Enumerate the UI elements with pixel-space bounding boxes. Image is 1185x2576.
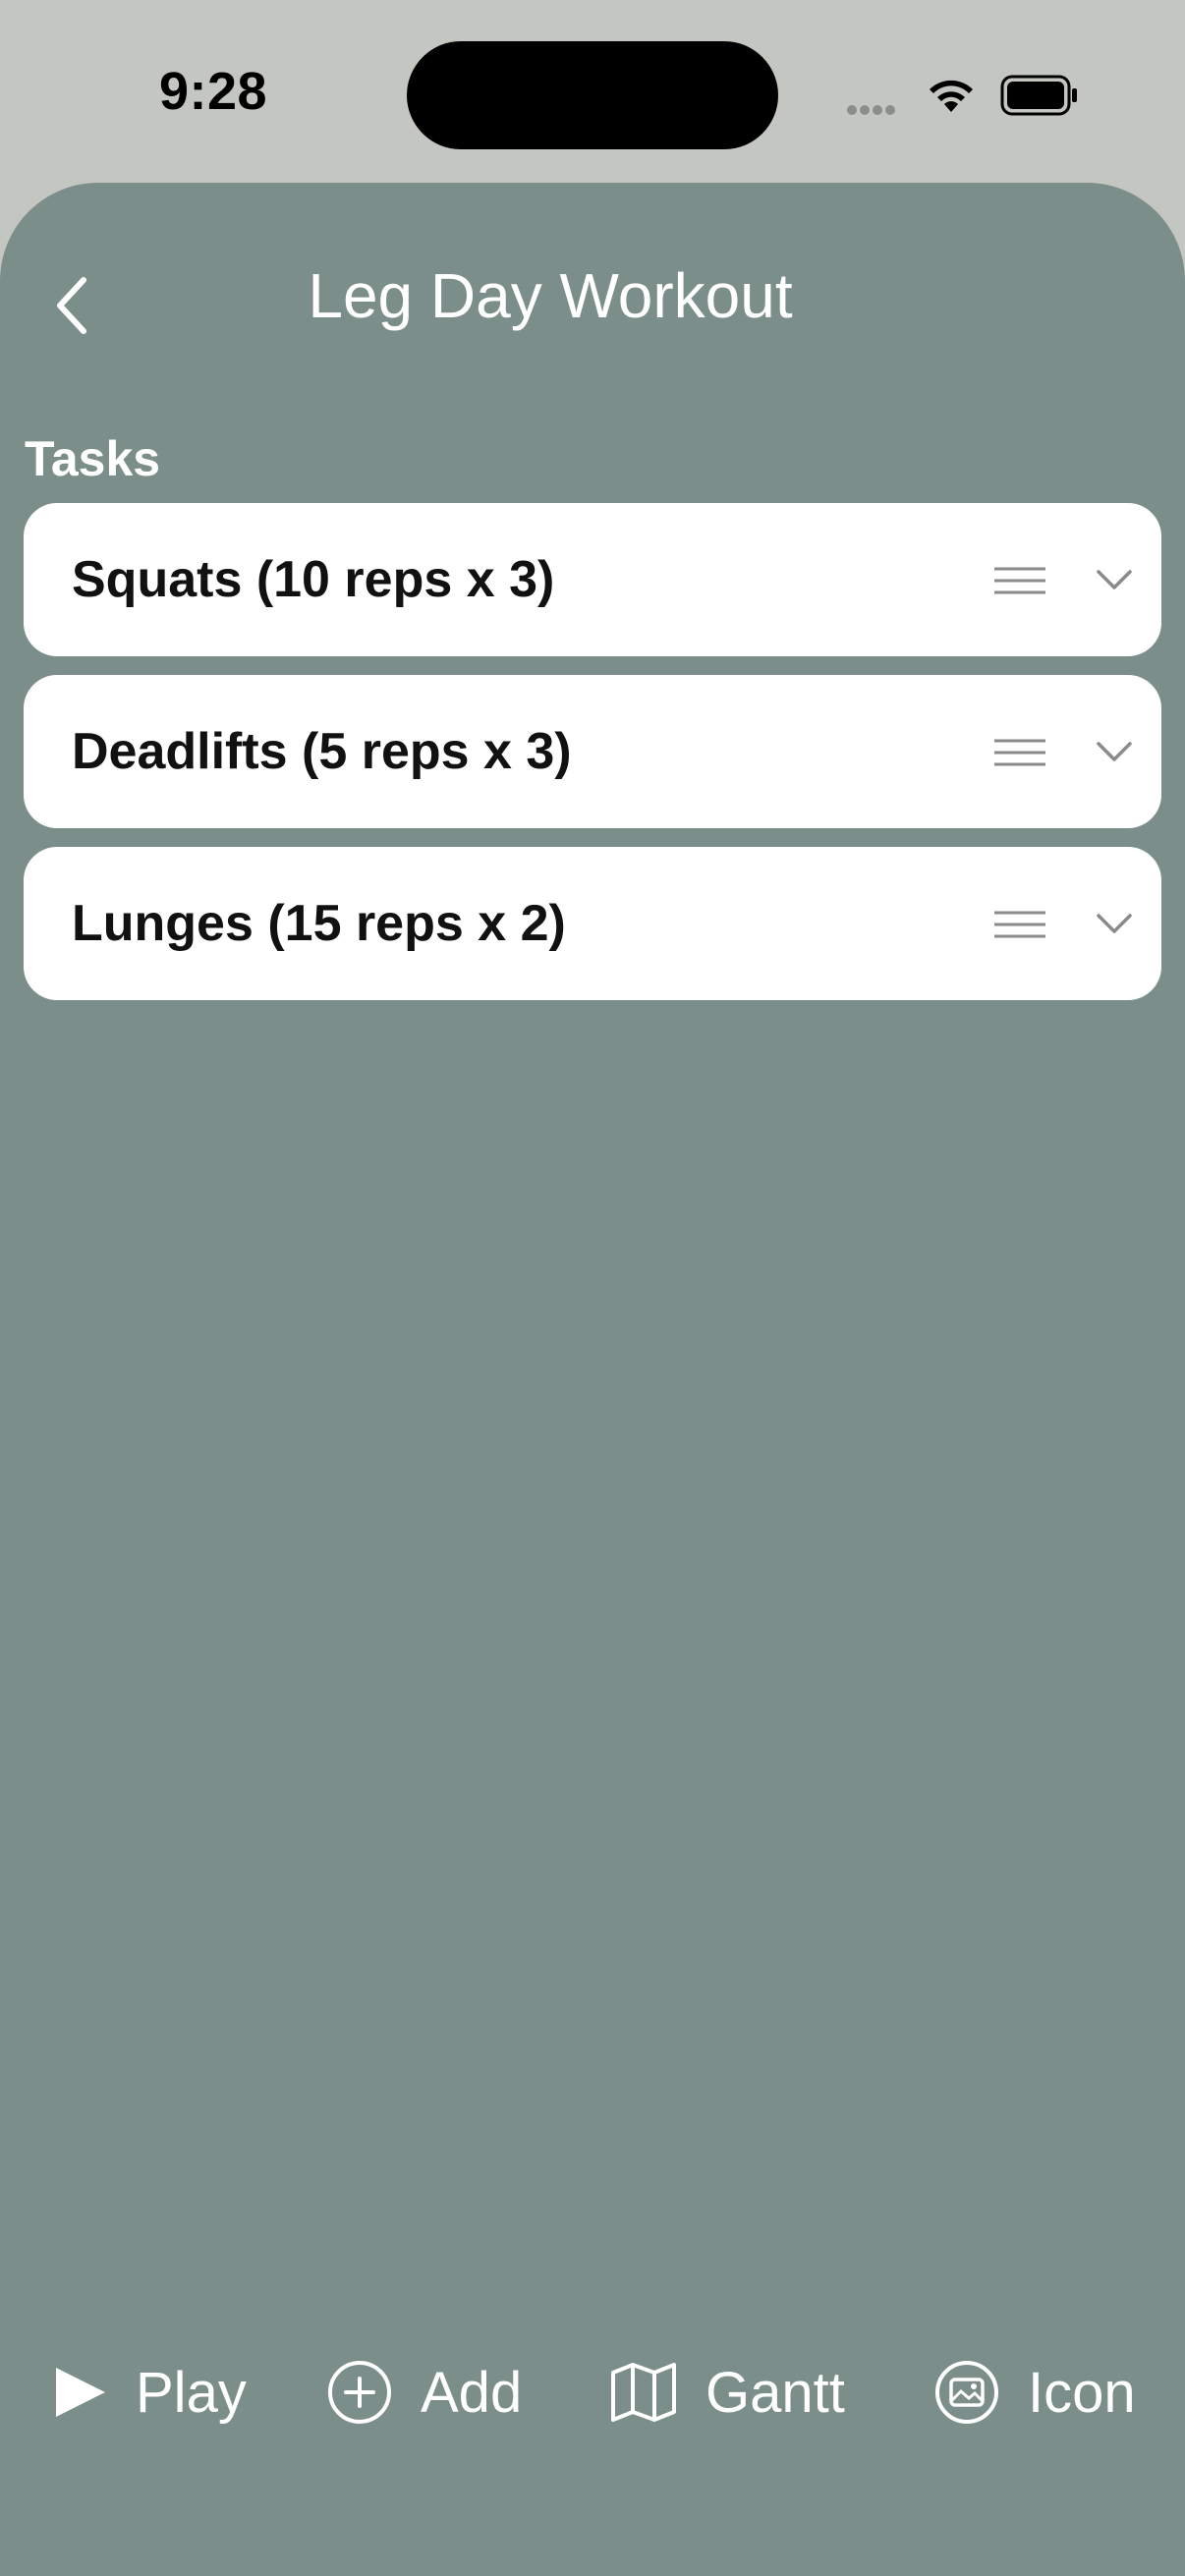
drag-handle-icon[interactable] bbox=[994, 908, 1045, 941]
gantt-label: Gantt bbox=[705, 2360, 845, 2425]
gantt-button[interactable]: Gantt bbox=[609, 2338, 845, 2446]
chevron-left-icon bbox=[57, 277, 86, 334]
icon-button[interactable]: Icon bbox=[933, 2338, 1136, 2446]
task-list: Squats (10 reps x 3) Deadlifts (5 reps x… bbox=[24, 503, 1161, 1019]
play-label: Play bbox=[136, 2360, 247, 2425]
map-icon bbox=[609, 2361, 678, 2424]
page-title: Leg Day Workout bbox=[308, 260, 793, 331]
status-icons bbox=[847, 73, 1083, 122]
add-label: Add bbox=[421, 2360, 523, 2425]
drag-handle-icon[interactable] bbox=[994, 736, 1045, 769]
add-button[interactable]: Add bbox=[326, 2338, 522, 2446]
status-bar: 9:28 bbox=[0, 0, 1185, 187]
icon-label: Icon bbox=[1028, 2360, 1136, 2425]
chevron-down-icon[interactable] bbox=[1093, 730, 1136, 773]
play-button[interactable]: Play bbox=[53, 2338, 247, 2446]
bottom-toolbar: Play Add Gantt Icon bbox=[0, 2338, 1185, 2446]
chevron-down-icon[interactable] bbox=[1093, 902, 1136, 945]
wifi-icon bbox=[930, 80, 973, 112]
task-card[interactable]: Squats (10 reps x 3) bbox=[24, 503, 1161, 656]
task-card[interactable]: Deadlifts (5 reps x 3) bbox=[24, 675, 1161, 828]
drag-handle-icon[interactable] bbox=[994, 564, 1045, 597]
dynamic-island bbox=[407, 41, 778, 149]
plus-circle-icon bbox=[326, 2359, 393, 2426]
status-time: 9:28 bbox=[159, 62, 268, 121]
workout-sheet: Leg Day Workout Tasks Squats (10 reps x … bbox=[0, 183, 1185, 2576]
nav-header: Leg Day Workout bbox=[0, 183, 1185, 419]
back-button[interactable] bbox=[37, 261, 106, 350]
task-title: Lunges (15 reps x 2) bbox=[72, 895, 566, 952]
battery-icon bbox=[1000, 75, 1077, 116]
chevron-down-icon[interactable] bbox=[1093, 558, 1136, 601]
task-card[interactable]: Lunges (15 reps x 2) bbox=[24, 847, 1161, 1000]
photo-circle-icon bbox=[933, 2359, 1000, 2426]
section-label-tasks: Tasks bbox=[25, 431, 161, 486]
cellular-signal-icon bbox=[847, 102, 898, 120]
task-title: Deadlifts (5 reps x 3) bbox=[72, 723, 572, 780]
task-title: Squats (10 reps x 3) bbox=[72, 551, 555, 608]
play-icon bbox=[53, 2365, 108, 2420]
